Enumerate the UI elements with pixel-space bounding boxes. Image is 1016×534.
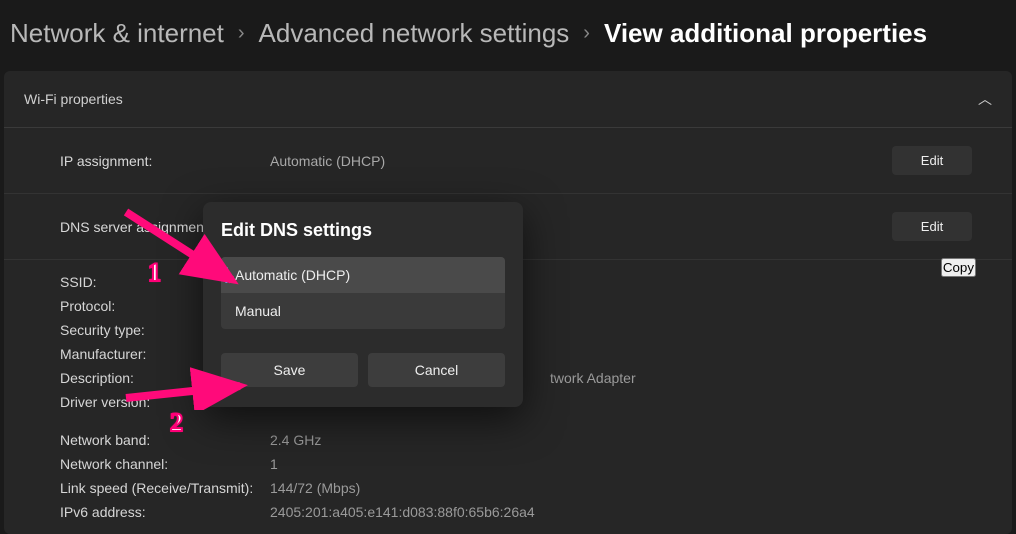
table-row: Network channel: 1: [4, 452, 1012, 476]
annotation-badge-2: 2: [170, 408, 183, 438]
chevron-up-icon: ︿: [978, 89, 992, 109]
edit-dns-button[interactable]: Edit: [892, 212, 972, 241]
linkspeed-label: Link speed (Receive/Transmit):: [60, 480, 270, 496]
ipv6-value: 2405:201:a405:e141:d083:88f0:65b6:26a4: [270, 504, 972, 520]
annotation-badge-1: 1: [148, 258, 161, 288]
save-button[interactable]: Save: [221, 353, 358, 387]
ipv6-label: IPv6 address:: [60, 504, 270, 520]
cancel-button[interactable]: Cancel: [368, 353, 505, 387]
band-value: 2.4 GHz: [270, 432, 972, 448]
dialog-title: Edit DNS settings: [221, 220, 505, 241]
band-label: Network band:: [60, 432, 270, 448]
chevron-right-icon: ›: [583, 22, 590, 45]
dns-mode-select[interactable]: Automatic (DHCP) Manual: [221, 257, 505, 329]
linkspeed-value: 144/72 (Mbps): [270, 480, 972, 496]
channel-label: Network channel:: [60, 456, 270, 472]
table-row: IPv6 address: 2405:201:a405:e141:d083:88…: [4, 500, 1012, 524]
panel-title: Wi-Fi properties: [24, 91, 123, 107]
edit-dns-dialog: Edit DNS settings Automatic (DHCP) Manua…: [203, 202, 523, 407]
option-automatic-dhcp[interactable]: Automatic (DHCP): [221, 257, 505, 293]
table-row: Link speed (Receive/Transmit): 144/72 (M…: [4, 476, 1012, 500]
dialog-buttons: Save Cancel: [221, 353, 505, 387]
panel-header[interactable]: Wi-Fi properties ︿: [4, 71, 1012, 127]
breadcrumb: Network & internet › Advanced network se…: [0, 0, 1016, 71]
ip-assignment-row: IP assignment: Automatic (DHCP) Edit: [4, 128, 1012, 194]
breadcrumb-current: View additional properties: [604, 18, 927, 49]
breadcrumb-advanced-settings[interactable]: Advanced network settings: [259, 18, 570, 49]
table-row: Network band: 2.4 GHz: [4, 428, 1012, 452]
breadcrumb-network-internet[interactable]: Network & internet: [10, 18, 224, 49]
ip-assignment-label: IP assignment:: [60, 153, 270, 169]
ip-assignment-value: Automatic (DHCP): [270, 153, 892, 169]
edit-ip-button[interactable]: Edit: [892, 146, 972, 175]
option-manual[interactable]: Manual: [221, 293, 505, 329]
chevron-right-icon: ›: [238, 22, 245, 45]
channel-value: 1: [270, 456, 972, 472]
